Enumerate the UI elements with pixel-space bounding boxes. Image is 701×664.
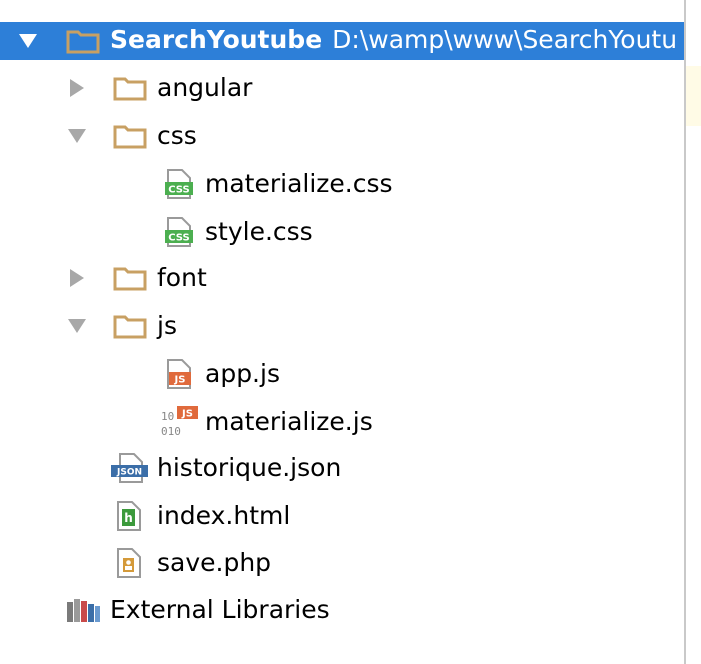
tree-item-index-html[interactable]: h index.html (0, 496, 684, 536)
expand-arrow-icon[interactable] (70, 79, 84, 97)
tree-item-label: materialize.css (205, 169, 393, 198)
tree-item-css[interactable]: css (0, 116, 684, 156)
tree-item-label: angular (157, 73, 253, 102)
tree-item-external-libraries[interactable]: External Libraries (0, 590, 684, 630)
html-badge: h (124, 511, 133, 525)
collapse-arrow-icon[interactable] (19, 34, 37, 48)
editor-gutter (684, 0, 701, 664)
tree-item-label: External Libraries (110, 595, 330, 624)
project-path: D:\wamp\www\SearchYoutu (332, 25, 678, 54)
tree-item-label: font (157, 263, 207, 292)
css-file-icon: CSS (165, 169, 193, 199)
binary-digits-bottom: 010 (161, 425, 181, 438)
project-tree-panel: SearchYoutube D:\wamp\www\SearchYoutu ang… (0, 0, 684, 664)
minified-js-file-icon: 10 010 JS (161, 406, 198, 438)
html-file-icon: h (117, 501, 141, 531)
binary-digits-top: 10 (161, 410, 174, 423)
tree-item-label: js (157, 311, 177, 340)
folder-icon (113, 267, 147, 291)
collapse-arrow-icon[interactable] (68, 319, 86, 333)
css-file-icon: CSS (165, 217, 193, 247)
tree-root-label: SearchYoutube D:\wamp\www\SearchYoutu (110, 25, 677, 54)
tree-item-angular[interactable]: angular (0, 68, 684, 108)
current-line-highlight (686, 66, 701, 126)
tree-item-font[interactable]: font (0, 258, 684, 298)
tree-item-js[interactable]: js (0, 306, 684, 346)
tree-item-label: save.php (157, 548, 272, 577)
css-badge: CSS (168, 185, 189, 196)
library-books-icon (67, 599, 100, 622)
js-badge: JS (174, 375, 186, 386)
tree-item-save-php[interactable]: save.php (0, 543, 684, 583)
tree-item-historique-json[interactable]: JSON historique.json (0, 448, 684, 488)
tree-root-row[interactable]: SearchYoutube D:\wamp\www\SearchYoutu (0, 22, 684, 60)
tree-item-materialize-css[interactable]: CSS materialize.css (0, 164, 684, 204)
folder-icon (66, 30, 100, 54)
tree-item-app-js[interactable]: JS app.js (0, 354, 684, 394)
tree-item-label: css (157, 121, 197, 150)
tree-item-materialize-js[interactable]: 10 010 JS materialize.js (0, 402, 684, 442)
folder-icon (113, 125, 147, 149)
tree-item-label: style.css (205, 217, 313, 246)
json-badge: JSON (116, 468, 142, 478)
folder-icon (113, 77, 147, 101)
js-badge: JS (181, 409, 193, 420)
php-file-icon (117, 548, 141, 578)
collapse-arrow-icon[interactable] (68, 129, 86, 143)
tree-item-label: historique.json (157, 453, 342, 482)
css-badge: CSS (168, 233, 189, 244)
tree-item-style-css[interactable]: CSS style.css (0, 212, 684, 252)
tree-item-label: app.js (205, 359, 280, 388)
js-file-icon: JS (167, 359, 191, 389)
project-name: SearchYoutube (110, 25, 323, 54)
folder-icon (113, 315, 147, 339)
tree-item-label: materialize.js (205, 407, 373, 436)
expand-arrow-icon[interactable] (70, 269, 84, 287)
tree-item-label: index.html (157, 501, 291, 530)
json-file-icon: JSON (111, 453, 148, 483)
